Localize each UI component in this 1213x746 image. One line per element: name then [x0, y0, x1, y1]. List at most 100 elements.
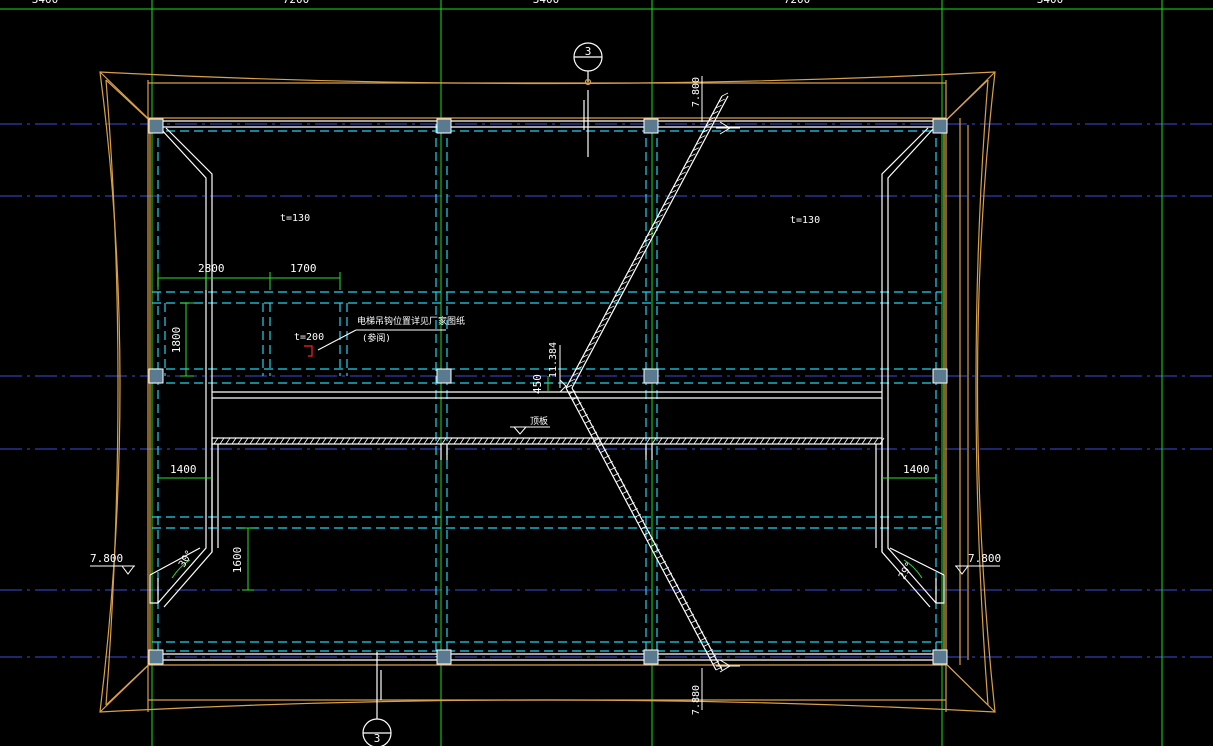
column [148, 649, 164, 665]
top-dim-4: 7200 [784, 0, 811, 6]
elevation-center-label: 11.384 [548, 342, 559, 378]
hatch-stroke [561, 437, 567, 445]
hatch-stroke [267, 437, 273, 445]
dimension-lines [157, 272, 936, 591]
column [643, 118, 659, 134]
hatch-stroke [507, 437, 513, 445]
hatch-stroke [729, 437, 735, 445]
hatch-stroke [723, 437, 729, 445]
hatch-stroke [501, 437, 507, 445]
hatch-stroke [789, 437, 795, 445]
hatch-stroke [519, 437, 525, 445]
hatch-stroke [453, 437, 459, 445]
angle-right-label: 29° [897, 560, 916, 581]
hatch-stroke [339, 437, 345, 445]
hatch-stroke [459, 437, 465, 445]
elevator-note-line1: 电梯吊钩位置详见厂家图纸 [357, 315, 465, 327]
dim-1800: 1800 [170, 327, 183, 354]
hatch-stroke [249, 437, 255, 445]
elevation-left-label: 7.800 [90, 552, 123, 565]
slab-thickness-opening: t=200 [294, 332, 324, 343]
hatch-stroke [369, 437, 375, 445]
column [932, 368, 948, 384]
column [436, 649, 452, 665]
hatch-stroke [603, 437, 609, 445]
hatch-stroke [471, 437, 477, 445]
hatch-stroke [303, 437, 309, 445]
hatch-stroke [795, 437, 801, 445]
hatch-stroke [483, 437, 489, 445]
beam-lines [152, 124, 942, 657]
elevation-right-marker [955, 565, 1000, 575]
hatch-stroke [213, 437, 219, 445]
column [148, 368, 164, 384]
dim-1400-right: 1400 [903, 463, 930, 476]
dim-450: 450 [531, 374, 544, 394]
hatch-stroke [651, 437, 657, 445]
hatch-stroke [735, 437, 741, 445]
hatch-stroke [411, 437, 417, 445]
hatch-stroke [447, 437, 453, 445]
section-mark-bottom-label: 3 [374, 732, 381, 745]
hatch-stroke [861, 437, 867, 445]
hatch-stroke [837, 437, 843, 445]
hatch-stroke [705, 437, 711, 445]
hatch-stroke [255, 437, 261, 445]
slab-thickness-right: t=130 [790, 215, 820, 226]
top-dim-1: 3400 [32, 0, 59, 6]
hatch-stroke [555, 437, 561, 445]
wall-hatch [213, 437, 885, 445]
elevation-bottom-label: 7.880 [691, 685, 702, 715]
grid-lines [0, 0, 1213, 746]
top-dim-5: 3400 [1037, 0, 1064, 6]
hatch-stroke [315, 437, 321, 445]
hatch-stroke [477, 437, 483, 445]
hatch-stroke [387, 437, 393, 445]
dimension-labels: 2800 1700 1800 1400 1400 1600 450 [170, 262, 930, 573]
hatch-stroke [231, 437, 237, 445]
hatch-stroke [831, 437, 837, 445]
hatch-stroke [717, 437, 723, 445]
hatch-stroke [237, 437, 243, 445]
hatch-stroke [807, 437, 813, 445]
hatch-stroke [423, 437, 429, 445]
elevation-left-marker [90, 565, 135, 575]
dim-1600: 1600 [231, 547, 244, 574]
hatch-stroke [225, 437, 231, 445]
hatch-stroke [843, 437, 849, 445]
hatch-stroke [321, 437, 327, 445]
hatch-stroke [609, 437, 615, 445]
hatch-stroke [759, 437, 765, 445]
angle-arcs [171, 559, 923, 579]
hatch-stroke [573, 437, 579, 445]
hatch-stroke [261, 437, 267, 445]
hatch-stroke [513, 437, 519, 445]
hatch-stroke [621, 437, 627, 445]
hatch-stroke [393, 437, 399, 445]
cad-floor-plan-drawing: 3400 7200 3400 7200 3400 [0, 0, 1213, 746]
section-mark-top-label: 3 [585, 45, 592, 58]
hatch-stroke [849, 437, 855, 445]
column [436, 368, 452, 384]
hatch-stroke [681, 437, 687, 445]
hatch-stroke [721, 92, 729, 97]
hatch-stroke [243, 437, 249, 445]
hatch-stroke [873, 437, 879, 445]
hatch-stroke [381, 437, 387, 445]
hatch-stroke [777, 437, 783, 445]
hatch-stroke [405, 437, 411, 445]
hatch-stroke [531, 437, 537, 445]
hatch-stroke [663, 437, 669, 445]
hatch-stroke [711, 437, 717, 445]
slab-thickness-left: t=130 [280, 213, 310, 224]
hatch-stroke [579, 437, 585, 445]
hatch-stroke [867, 437, 873, 445]
section-mark-top [573, 42, 603, 157]
hatch-stroke [429, 437, 435, 445]
hatch-stroke [657, 437, 663, 445]
dim-1700: 1700 [290, 262, 317, 275]
hatch-stroke [297, 437, 303, 445]
top-dimension-labels: 3400 7200 3400 7200 3400 [32, 0, 1064, 6]
hatch-stroke [693, 437, 699, 445]
hatch-stroke [585, 437, 591, 445]
